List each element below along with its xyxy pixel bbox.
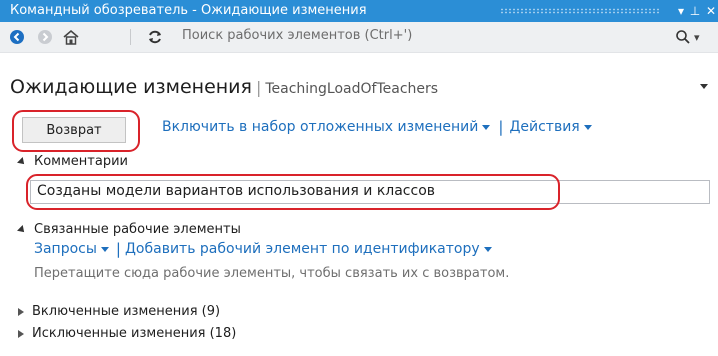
title-divider: | xyxy=(255,78,262,97)
related-separator: | xyxy=(115,240,121,258)
queries-link[interactable]: Запросы xyxy=(34,241,109,257)
related-section-header[interactable]: Связанные рабочие элементы xyxy=(17,222,241,237)
back-icon[interactable] xyxy=(8,28,26,46)
forward-icon[interactable] xyxy=(36,28,54,46)
search-dropdown-icon[interactable]: ▾ xyxy=(694,31,700,44)
collapsed-arrow-icon xyxy=(18,307,24,316)
add-work-item-dropdown-icon xyxy=(483,246,492,252)
actions-link-label: Действия xyxy=(509,119,580,135)
home-icon[interactable] xyxy=(62,28,80,46)
actions-dropdown-icon xyxy=(583,124,592,130)
window-title-bar: Командный обозреватель - Ожидающие измен… xyxy=(0,0,718,22)
comments-section-header[interactable]: Комментарии xyxy=(17,154,128,169)
comment-input[interactable]: Созданы модели вариантов использования и… xyxy=(30,180,710,204)
title-grip xyxy=(500,8,660,14)
add-work-item-label: Добавить рабочий элемент по идентификато… xyxy=(124,241,480,257)
queries-link-label: Запросы xyxy=(34,241,97,257)
excluded-changes-header[interactable]: Исключенные изменения (18) xyxy=(18,326,236,341)
search-icon[interactable]: ▾ xyxy=(675,28,711,46)
included-changes-label: Включенные изменения (9) xyxy=(32,304,221,319)
action-links: Включить в набор отложенных изменений | … xyxy=(162,118,592,136)
refresh-icon[interactable] xyxy=(146,28,164,46)
workspace-dropdown-icon[interactable] xyxy=(700,84,708,89)
shelve-link-label: Включить в набор отложенных изменений xyxy=(162,119,479,135)
expanded-arrow-icon xyxy=(17,156,27,167)
toolbar-separator xyxy=(130,29,131,45)
page-header: Ожидающие изменения | TeachingLoadOfTeache… xyxy=(10,76,438,98)
included-changes-header[interactable]: Включенные изменения (9) xyxy=(18,304,220,319)
shelve-dropdown-icon xyxy=(482,124,491,130)
collapsed-arrow-icon xyxy=(18,329,24,338)
add-work-item-link[interactable]: Добавить рабочий элемент по идентификато… xyxy=(125,241,492,257)
shelve-link[interactable]: Включить в набор отложенных изменений xyxy=(162,119,491,135)
close-icon[interactable]: ✕ xyxy=(702,0,718,22)
action-separator: | xyxy=(498,118,504,136)
search-input[interactable]: Поиск рабочих элементов (Ctrl+') xyxy=(182,28,412,43)
actions-link[interactable]: Действия xyxy=(509,119,592,135)
navigation-toolbar: Поиск рабочих элементов (Ctrl+') ▾ xyxy=(0,22,718,53)
related-heading: Связанные рабочие элементы xyxy=(34,222,241,237)
queries-dropdown-icon xyxy=(100,246,109,252)
expanded-arrow-icon xyxy=(17,224,27,235)
excluded-changes-label: Исключенные изменения (18) xyxy=(32,326,237,341)
drop-hint-text: Перетащите сюда рабочие элементы, чтобы … xyxy=(34,266,510,281)
window-title: Командный обозреватель - Ожидающие измен… xyxy=(10,3,367,18)
checkin-button[interactable]: Возврат xyxy=(22,117,126,143)
comments-heading: Комментарии xyxy=(34,154,128,169)
related-links: Запросы | Добавить рабочий элемент по ид… xyxy=(34,240,492,258)
workspace-name[interactable]: TeachingLoadOfTeachers xyxy=(265,81,438,97)
page-title: Ожидающие изменения xyxy=(10,76,252,98)
